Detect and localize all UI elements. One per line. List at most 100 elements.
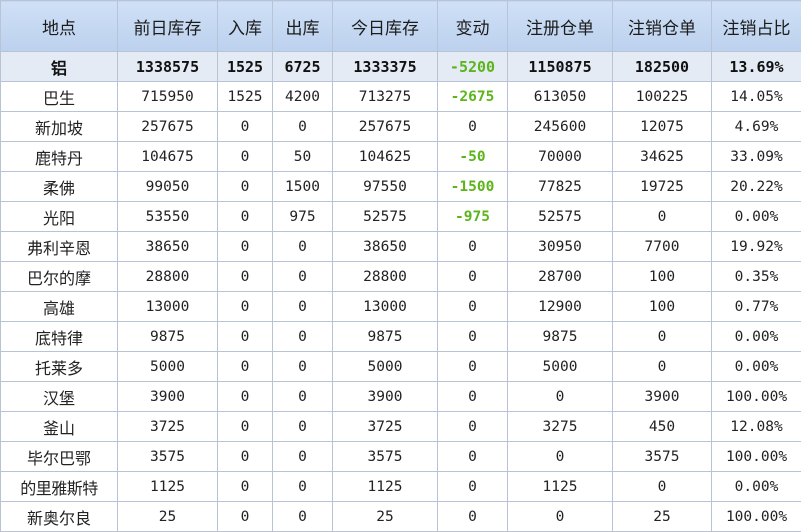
cell-prev-stock: 3725 — [118, 412, 218, 442]
cell-cancelled-ratio: 0.00% — [712, 352, 801, 382]
cell-out: 4200 — [273, 82, 333, 112]
cell-in: 0 — [218, 382, 273, 412]
header-cancelled[interactable]: 注销仓单 — [613, 1, 712, 52]
cell-cancelled: 0 — [613, 472, 712, 502]
cell-cancelled-ratio: 19.92% — [712, 232, 801, 262]
cell-change: -1500 — [438, 172, 508, 202]
summary-cancelled: 182500 — [613, 52, 712, 82]
summary-change: -5200 — [438, 52, 508, 82]
cell-out: 0 — [273, 502, 333, 532]
cell-change: 0 — [438, 412, 508, 442]
header-in[interactable]: 入库 — [218, 1, 273, 52]
cell-out: 0 — [273, 412, 333, 442]
cell-cancelled: 100 — [613, 262, 712, 292]
header-out[interactable]: 出库 — [273, 1, 333, 52]
cell-in: 0 — [218, 412, 273, 442]
cell-cancelled: 450 — [613, 412, 712, 442]
cell-cancelled-ratio: 20.22% — [712, 172, 801, 202]
cell-change: 0 — [438, 442, 508, 472]
summary-cancelled-ratio: 13.69% — [712, 52, 801, 82]
cell-in: 0 — [218, 472, 273, 502]
cell-registered: 70000 — [508, 142, 613, 172]
summary-out: 6725 — [273, 52, 333, 82]
cell-cancelled-ratio: 0.00% — [712, 472, 801, 502]
cell-location: 的里雅斯特 — [1, 472, 118, 502]
cell-out: 0 — [273, 472, 333, 502]
cell-change: 0 — [438, 322, 508, 352]
cell-location: 釜山 — [1, 412, 118, 442]
cell-today-stock: 3725 — [333, 412, 438, 442]
cell-today-stock: 104625 — [333, 142, 438, 172]
cell-change: 0 — [438, 382, 508, 412]
cell-registered: 52575 — [508, 202, 613, 232]
table-row: 高雄1300000130000129001000.77% — [1, 292, 801, 322]
cell-cancelled-ratio: 100.00% — [712, 382, 801, 412]
cell-in: 0 — [218, 262, 273, 292]
cell-cancelled: 7700 — [613, 232, 712, 262]
table-row: 毕尔巴鄂3575003575003575100.00% — [1, 442, 801, 472]
table-body: 铝 1338575 1525 6725 1333375 -5200 115087… — [1, 52, 801, 532]
cell-location: 光阳 — [1, 202, 118, 232]
cell-cancelled: 0 — [613, 322, 712, 352]
cell-prev-stock: 99050 — [118, 172, 218, 202]
cell-change: 0 — [438, 352, 508, 382]
cell-prev-stock: 104675 — [118, 142, 218, 172]
cell-out: 0 — [273, 292, 333, 322]
cell-change: 0 — [438, 262, 508, 292]
cell-prev-stock: 5000 — [118, 352, 218, 382]
cell-change: 0 — [438, 292, 508, 322]
cell-change: 0 — [438, 502, 508, 532]
cell-cancelled-ratio: 4.69% — [712, 112, 801, 142]
table-header: 地点 前日库存 入库 出库 今日库存 变动 注册仓单 注销仓单 注销占比 — [1, 1, 801, 52]
table-row: 汉堡3900003900003900100.00% — [1, 382, 801, 412]
cell-cancelled-ratio: 100.00% — [712, 442, 801, 472]
cell-registered: 245600 — [508, 112, 613, 142]
cell-registered: 77825 — [508, 172, 613, 202]
table-row: 釜山37250037250327545012.08% — [1, 412, 801, 442]
cell-change: 0 — [438, 472, 508, 502]
header-cancelled-ratio[interactable]: 注销占比 — [712, 1, 801, 52]
cell-today-stock: 9875 — [333, 322, 438, 352]
cell-out: 0 — [273, 352, 333, 382]
cell-registered: 0 — [508, 502, 613, 532]
cell-registered: 12900 — [508, 292, 613, 322]
cell-in: 0 — [218, 142, 273, 172]
table-row: 新加坡257675002576750245600120754.69% — [1, 112, 801, 142]
cell-in: 0 — [218, 352, 273, 382]
cell-today-stock: 38650 — [333, 232, 438, 262]
cell-cancelled-ratio: 0.77% — [712, 292, 801, 322]
table-row: 弗利辛恩386500038650030950770019.92% — [1, 232, 801, 262]
cell-location: 毕尔巴鄂 — [1, 442, 118, 472]
cell-registered: 0 — [508, 442, 613, 472]
cell-cancelled-ratio: 100.00% — [712, 502, 801, 532]
cell-prev-stock: 715950 — [118, 82, 218, 112]
cell-today-stock: 1125 — [333, 472, 438, 502]
cell-out: 0 — [273, 232, 333, 262]
cell-today-stock: 3900 — [333, 382, 438, 412]
cell-change: 0 — [438, 232, 508, 262]
cell-registered: 5000 — [508, 352, 613, 382]
cell-change: -2675 — [438, 82, 508, 112]
cell-today-stock: 28800 — [333, 262, 438, 292]
cell-out: 50 — [273, 142, 333, 172]
cell-in: 0 — [218, 232, 273, 262]
cell-location: 鹿特丹 — [1, 142, 118, 172]
cell-in: 0 — [218, 502, 273, 532]
cell-location: 弗利辛恩 — [1, 232, 118, 262]
header-registered[interactable]: 注册仓单 — [508, 1, 613, 52]
cell-cancelled: 100 — [613, 292, 712, 322]
summary-row: 铝 1338575 1525 6725 1333375 -5200 115087… — [1, 52, 801, 82]
summary-in: 1525 — [218, 52, 273, 82]
cell-location: 高雄 — [1, 292, 118, 322]
cell-cancelled: 25 — [613, 502, 712, 532]
header-prev-stock[interactable]: 前日库存 — [118, 1, 218, 52]
cell-out: 0 — [273, 112, 333, 142]
cell-cancelled: 100225 — [613, 82, 712, 112]
table-row: 的里雅斯特11250011250112500.00% — [1, 472, 801, 502]
cell-registered: 30950 — [508, 232, 613, 262]
header-change[interactable]: 变动 — [438, 1, 508, 52]
cell-today-stock: 97550 — [333, 172, 438, 202]
header-today-stock[interactable]: 今日库存 — [333, 1, 438, 52]
cell-in: 0 — [218, 112, 273, 142]
header-location[interactable]: 地点 — [1, 1, 118, 52]
